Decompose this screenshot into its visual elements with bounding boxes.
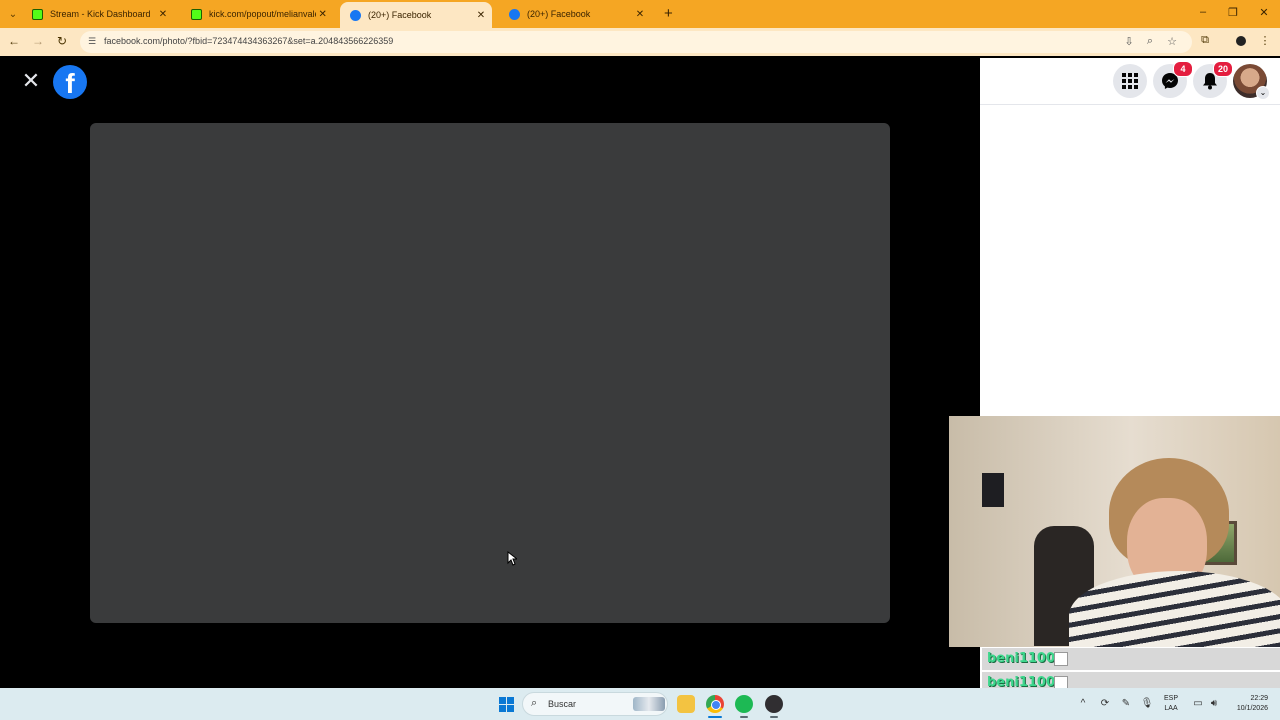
close-viewer-icon[interactable]: ✕ [20, 70, 42, 92]
chrome-active-indicator [708, 716, 722, 718]
clock-date: 10/1/2026 [1236, 705, 1268, 712]
kick-icon [191, 8, 202, 20]
chat-message: beni1100 : [982, 648, 1280, 670]
extensions-icon[interactable]: ⧉ [1197, 34, 1213, 47]
window-close-icon[interactable]: ✕ [1256, 6, 1272, 19]
kick-icon [32, 8, 43, 20]
tray-volume-icon[interactable]: 🔊︎ [1207, 698, 1221, 709]
reload-icon[interactable]: ↻ [54, 34, 70, 48]
tab-title: kick.com/popout/melianvalen/ [209, 9, 317, 19]
tray-overflow-chevron-icon[interactable]: ^ [1076, 698, 1090, 709]
search-icon: ⌕ [531, 697, 538, 709]
facebook-logo-icon[interactable]: f [53, 65, 87, 99]
mouse-cursor-icon [507, 551, 517, 566]
taskbar-search[interactable]: ⌕ Buscar [522, 692, 668, 716]
tab-strip: ⌄ Stream - Kick Dashboard ✕ kick.com/pop… [0, 0, 1280, 28]
facebook-icon [509, 8, 520, 20]
tab-close-icon[interactable]: ✕ [633, 9, 647, 20]
menu-grid-icon[interactable] [1113, 64, 1147, 98]
tab-facebook[interactable]: (20+) Facebook ✕ [499, 3, 651, 25]
restore-icon[interactable]: ❐ [1225, 6, 1241, 19]
webcam-overlay [949, 416, 1280, 647]
tab-search-chevron-icon[interactable]: ⌄ [5, 6, 21, 22]
back-arrow-icon[interactable]: ← [6, 34, 22, 48]
browser-toolbar: ← → ↻ ☰ facebook.com/photo/?fbid=7234744… [0, 28, 1280, 56]
file-explorer-icon[interactable] [677, 695, 695, 713]
tab-title: (20+) Facebook [527, 9, 591, 19]
chrome-icon[interactable] [706, 695, 724, 713]
spotify-running-indicator [740, 716, 748, 718]
tab-title: Stream - Kick Dashboard [50, 9, 151, 19]
windows-start-icon[interactable] [499, 697, 514, 712]
grid-icon [1122, 73, 1138, 89]
notifications-badge: 20 [1213, 61, 1233, 77]
chrome-menu-icon[interactable]: ⋮ [1257, 34, 1273, 47]
tray-sync-icon[interactable]: ⟳ [1098, 698, 1112, 709]
taskbar: ⌕ Buscar ^ ⟳ ✎ 🎙︎ ESP LAA ▭ 🔊︎ 22:29 10/… [0, 688, 1280, 720]
install-app-icon[interactable]: ⇩ [1122, 35, 1136, 48]
taskbar-search-placeholder: Buscar [548, 699, 577, 709]
tab-close-icon[interactable]: ✕ [316, 9, 329, 20]
chat-emote-icon [1054, 652, 1068, 666]
messenger-badge: 4 [1173, 61, 1193, 77]
taskbar-clock[interactable]: 22:29 10/1/2026 [1224, 694, 1268, 714]
side-panel-header: 4 20 ⌄ [980, 58, 1280, 105]
tab-facebook-active[interactable]: (20+) Facebook ✕ [340, 2, 492, 28]
photo-viewer: ✕ f [0, 58, 980, 688]
tray-pen-icon[interactable]: ✎ [1119, 698, 1133, 709]
browser-profile-avatar[interactable] [1234, 34, 1248, 48]
tab-kick-popout[interactable]: kick.com/popout/melianvalen/ ✕ [181, 3, 333, 25]
tab-title: (20+) Facebook [368, 10, 432, 20]
facebook-icon [350, 9, 361, 21]
tab-kick-dashboard[interactable]: Stream - Kick Dashboard ✕ [22, 3, 174, 25]
zoom-icon[interactable]: ⌕ [1143, 35, 1157, 48]
bookmark-star-icon[interactable]: ☆ [1165, 35, 1179, 48]
clock-time: 22:29 [1250, 695, 1268, 702]
tray-microphone-icon[interactable]: 🎙︎ [1140, 698, 1154, 709]
tray-display-icon[interactable]: ▭ [1191, 698, 1205, 709]
obs-running-indicator [770, 716, 778, 718]
tab-close-icon[interactable]: ✕ [156, 9, 170, 20]
obs-icon[interactable] [765, 695, 783, 713]
forward-arrow-icon[interactable]: → [30, 34, 46, 48]
webcam-poster [982, 473, 1004, 507]
search-highlight-image [633, 697, 665, 711]
notifications-button[interactable]: 20 [1193, 61, 1233, 98]
new-tab-plus-icon[interactable]: + [664, 5, 673, 22]
address-bar[interactable]: ☰ facebook.com/photo/?fbid=7234744343632… [80, 31, 1192, 53]
photo-placeholder[interactable] [90, 123, 890, 623]
tab-close-icon[interactable]: ✕ [474, 10, 488, 21]
messenger-button[interactable]: 4 [1153, 61, 1193, 98]
url-text[interactable]: facebook.com/photo/?fbid=723474434363267… [104, 36, 393, 46]
minimize-icon[interactable]: – [1195, 6, 1211, 18]
site-info-icon[interactable]: ☰ [88, 36, 98, 46]
chevron-down-icon[interactable]: ⌄ [1256, 86, 1270, 100]
language-indicator[interactable]: ESP LAA [1164, 694, 1178, 714]
spotify-icon[interactable] [735, 695, 753, 713]
